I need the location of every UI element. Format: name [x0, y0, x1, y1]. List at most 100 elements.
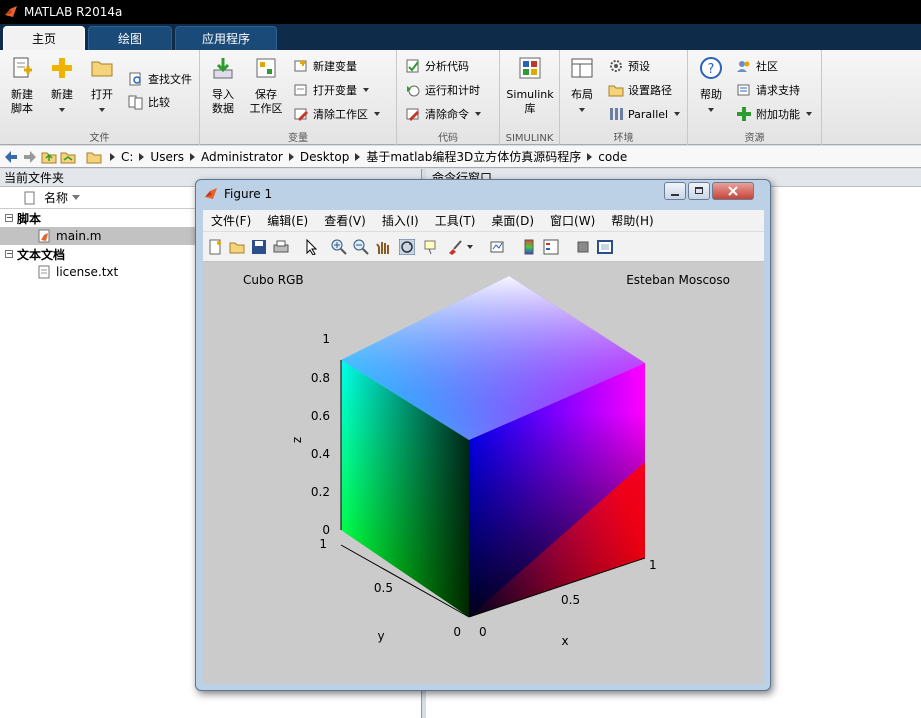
menu-view[interactable]: 查看(V) — [324, 212, 366, 229]
open-button[interactable]: 打开 — [86, 56, 118, 116]
preferences-button[interactable]: 预设 — [608, 57, 650, 75]
save-workspace-button[interactable]: 保存 工作区 — [246, 56, 286, 116]
figure-menubar: 文件(F) 编辑(E) 查看(V) 插入(I) 工具(T) 桌面(D) 窗口(W… — [203, 210, 764, 232]
z-tick-labels: 0 0.2 0.4 0.6 0.8 1 — [311, 332, 330, 537]
chevron-down-icon — [579, 108, 585, 112]
matlab-logo-icon — [5, 6, 17, 17]
help-button[interactable]: ? 帮助 — [696, 56, 726, 116]
clear-commands-button[interactable]: 清除命令 — [405, 105, 481, 123]
data-cursor-icon[interactable] — [423, 239, 439, 255]
run-and-time-label: 运行和计时 — [425, 84, 480, 97]
help-label: 帮助 — [700, 88, 722, 101]
chevron-down-icon[interactable] — [467, 245, 473, 249]
tab-apps[interactable]: 应用程序 — [175, 26, 277, 50]
find-files-button[interactable]: 查找文件 — [128, 70, 192, 88]
new-figure-icon[interactable] — [207, 239, 223, 255]
menu-desktop[interactable]: 桌面(D) — [491, 212, 534, 229]
show-plot-tools-icon[interactable] — [597, 239, 613, 255]
group-resources-label: 资源 — [744, 133, 765, 144]
group-variable: 导入 数据 保存 工作区 新建变量 打开变量 清除工作区 变量 — [200, 50, 397, 145]
colorbar-icon[interactable] — [521, 239, 537, 255]
menu-edit[interactable]: 编辑(E) — [267, 212, 308, 229]
maximize-button[interactable] — [688, 182, 710, 200]
save-icon[interactable] — [251, 239, 267, 255]
legend-icon[interactable] — [543, 239, 559, 255]
chevron-down-icon — [806, 112, 812, 116]
simulink-library-button[interactable]: Simulink 库 — [504, 56, 556, 116]
print-icon[interactable] — [273, 239, 289, 255]
figure-canvas[interactable]: Cubo RGB Esteban Moscoso 0 0.2 0.4 0.6 0… — [203, 262, 764, 684]
tab-home[interactable]: 主页 — [3, 26, 85, 50]
hide-plot-tools-icon[interactable] — [575, 239, 591, 255]
zoom-out-icon[interactable] — [353, 239, 369, 255]
new-script-button[interactable]: 新建 脚本 — [6, 56, 38, 116]
y-tick-label: 0.5 — [374, 581, 393, 595]
plot-left-text: Cubo RGB — [243, 273, 304, 287]
collapse-icon[interactable]: − — [5, 214, 13, 222]
figure-toolbar — [203, 232, 764, 262]
breadcrumb-item[interactable]: code — [598, 150, 627, 164]
breadcrumb-item[interactable]: C: — [121, 150, 133, 164]
clear-workspace-label: 清除工作区 — [313, 108, 368, 121]
add-ons-icon — [737, 107, 751, 121]
rotate-3d-icon[interactable] — [399, 239, 415, 255]
menu-window[interactable]: 窗口(W) — [550, 212, 595, 229]
breadcrumb-item[interactable]: 基于matlab编程3D立方体仿真源码程序 — [366, 148, 581, 165]
layout-button[interactable]: 布局 — [566, 56, 598, 116]
new-variable-button[interactable]: 新建变量 — [293, 57, 357, 75]
clear-commands-label: 清除命令 — [425, 108, 469, 121]
chevron-down-icon — [99, 108, 105, 112]
rgb-cube-plot[interactable]: Cubo RGB Esteban Moscoso 0 0.2 0.4 0.6 0… — [203, 262, 764, 684]
up-folder-icon[interactable] — [41, 150, 57, 164]
pan-icon[interactable] — [375, 239, 391, 255]
close-button[interactable] — [712, 182, 754, 200]
community-label: 社区 — [756, 60, 778, 73]
add-ons-button[interactable]: 附加功能 — [736, 105, 812, 123]
open-variable-button[interactable]: 打开变量 — [293, 81, 369, 99]
browse-folder-icon[interactable] — [60, 150, 76, 164]
menu-file[interactable]: 文件(F) — [211, 212, 251, 229]
open-file-icon[interactable] — [229, 239, 245, 255]
breadcrumb-separator — [190, 152, 196, 161]
parallel-button[interactable]: Parallel — [608, 105, 681, 123]
collapse-icon[interactable]: − — [5, 250, 13, 258]
breadcrumb-separator — [110, 152, 115, 161]
ribbon: 新建 脚本 新建 打开 查找文件 比较 文件 导入 数据 保存 工作区 新建变量… — [0, 50, 921, 145]
link-plot-icon[interactable] — [489, 239, 505, 255]
save-workspace-label: 保存 工作区 — [249, 88, 283, 115]
import-data-button[interactable]: 导入 数据 — [206, 56, 240, 116]
breadcrumb-item[interactable]: Administrator — [201, 150, 283, 164]
menu-tools[interactable]: 工具(T) — [435, 212, 476, 229]
set-path-button[interactable]: 设置路径 — [608, 81, 672, 99]
column-name-label: 名称 — [44, 191, 69, 205]
menu-help[interactable]: 帮助(H) — [611, 212, 653, 229]
community-button[interactable]: 社区 — [736, 57, 778, 75]
matlab-file-icon — [38, 229, 50, 243]
clear-workspace-button[interactable]: 清除工作区 — [293, 105, 380, 123]
back-arrow-icon[interactable] — [3, 150, 19, 164]
tab-plots[interactable]: 绘图 — [88, 26, 172, 50]
pointer-icon[interactable] — [303, 239, 319, 255]
close-icon — [728, 186, 738, 196]
run-and-time-button[interactable]: 运行和计时 — [405, 81, 480, 99]
minimize-button[interactable] — [664, 182, 686, 200]
request-support-button[interactable]: 请求支持 — [736, 81, 800, 99]
breadcrumb-item[interactable]: Desktop — [300, 150, 350, 164]
sort-arrow-icon — [72, 195, 81, 200]
app-title: MATLAB R2014a — [24, 5, 123, 19]
group-simulink: Simulink 库 SIMULINK — [500, 50, 560, 145]
forward-arrow-icon[interactable] — [22, 150, 38, 164]
new-button[interactable]: 新建 — [46, 56, 78, 116]
analyze-code-button[interactable]: 分析代码 — [405, 57, 469, 75]
menu-insert[interactable]: 插入(I) — [382, 212, 419, 229]
zoom-in-icon[interactable] — [331, 239, 347, 255]
breadcrumb-item[interactable]: Users — [150, 150, 184, 164]
new-script-icon — [13, 57, 32, 78]
compare-button[interactable]: 比较 — [128, 93, 170, 111]
y-tick-label: 0 — [453, 625, 461, 639]
z-axis-label: z — [290, 437, 304, 443]
z-tick-label: 0.4 — [311, 447, 330, 461]
figure-window: Figure 1 文件(F) 编辑(E) 查看(V) 插入(I) 工具(T) 桌… — [195, 179, 771, 691]
brush-icon[interactable] — [447, 239, 463, 255]
ribbon-tabbar: 主页 绘图 应用程序 — [0, 24, 921, 50]
